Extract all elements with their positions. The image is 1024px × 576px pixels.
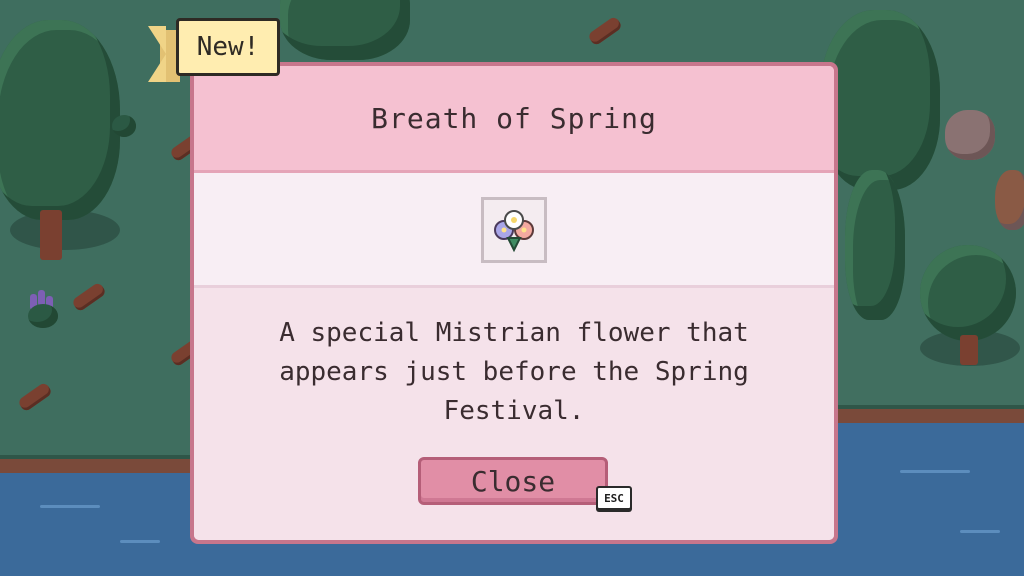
water-ripple [120, 540, 160, 543]
water-ripple [40, 505, 100, 508]
water-ripple [960, 530, 1000, 533]
description-area: A special Mistrian flower that appears j… [194, 288, 834, 540]
ribbon-tail-icon [148, 26, 166, 82]
river-water-right [836, 419, 1024, 576]
small-shrub [112, 115, 136, 137]
stump [995, 170, 1024, 230]
close-button[interactable]: Close [418, 457, 608, 505]
item-slot [481, 197, 547, 263]
riverbank-edge-right [836, 405, 1024, 423]
item-icon-band [194, 173, 834, 288]
esc-key-hint-icon: ESC [596, 486, 632, 510]
water-ripple [900, 470, 970, 473]
rock [945, 110, 995, 160]
lavender-bush [28, 290, 58, 328]
dialog-title: Breath of Spring [371, 101, 657, 135]
close-button-label: Close [470, 464, 556, 498]
item-description: A special Mistrian flower that appears j… [279, 318, 749, 426]
riverbank-edge [0, 455, 200, 473]
new-badge-label: New! [196, 32, 260, 62]
flower-bouquet-icon [494, 210, 534, 253]
dialog-panel: Breath of Spring A special Mistrian flow… [194, 66, 834, 540]
dialog-header: Breath of Spring [194, 66, 834, 173]
new-badge: New! [176, 18, 280, 76]
item-discovery-dialog: Breath of Spring A special Mistrian flow… [190, 62, 838, 544]
